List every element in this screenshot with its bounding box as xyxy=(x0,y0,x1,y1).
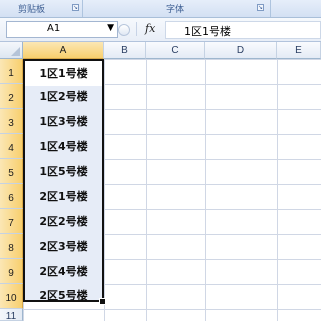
cell-a1[interactable]: 1区1号楼 xyxy=(25,61,102,86)
row-header[interactable]: 1 xyxy=(0,59,23,84)
formula-input[interactable]: 1区1号楼 xyxy=(165,21,321,39)
clipboard-launcher-icon[interactable]: ↘ xyxy=(72,4,79,11)
formula-value: 1区1号楼 xyxy=(184,25,231,38)
cell-a5[interactable]: 1区5号楼 xyxy=(23,159,104,184)
row-header[interactable]: 10 xyxy=(0,284,23,309)
name-box-resize-handle[interactable] xyxy=(118,24,130,36)
font-group: 字体 ↘ xyxy=(83,0,271,17)
cell-a4[interactable]: 1区4号楼 xyxy=(23,134,104,159)
formula-bar: A1 ▼ fx 1区1号楼 xyxy=(0,18,321,42)
fill-handle[interactable] xyxy=(99,298,106,305)
font-group-label: 字体 xyxy=(166,5,185,15)
name-box[interactable]: A1 ▼ xyxy=(6,21,118,38)
row-header[interactable]: 3 xyxy=(0,109,23,134)
select-all-button[interactable] xyxy=(0,42,23,59)
cell-a3[interactable]: 1区3号楼 xyxy=(23,109,104,134)
formula-separator xyxy=(136,22,137,36)
cell-a10[interactable]: 2区5号楼 xyxy=(23,283,104,308)
cell-a2[interactable]: 1区2号楼 xyxy=(23,84,104,109)
ribbon-group-strip: 剪贴板 ↘ 字体 ↘ xyxy=(0,0,321,18)
clipboard-group-label: 剪贴板 xyxy=(18,5,46,15)
cell-a6[interactable]: 2区1号楼 xyxy=(23,184,104,209)
chevron-down-icon[interactable]: ▼ xyxy=(107,23,114,33)
insert-function-icon[interactable]: fx xyxy=(145,22,155,35)
row-header[interactable]: 8 xyxy=(0,234,23,259)
cell-a7[interactable]: 2区2号楼 xyxy=(23,209,104,234)
cell-a8[interactable]: 2区3号楼 xyxy=(23,234,104,259)
column-header-c[interactable]: C xyxy=(146,42,205,59)
name-box-value: A1 xyxy=(47,23,61,34)
row-header[interactable]: 5 xyxy=(0,159,23,184)
column-header-e[interactable]: E xyxy=(277,42,321,59)
row-header[interactable]: 4 xyxy=(0,134,23,159)
column-header-a[interactable]: A xyxy=(23,42,104,59)
column-header-d[interactable]: D xyxy=(205,42,277,59)
row-header[interactable]: 9 xyxy=(0,259,23,284)
column-header-b[interactable]: B xyxy=(104,42,146,59)
row-header[interactable]: 2 xyxy=(0,84,23,109)
row-header[interactable]: 7 xyxy=(0,209,23,234)
row-header[interactable]: 11 xyxy=(0,309,23,321)
clipboard-group: 剪贴板 ↘ xyxy=(0,0,83,17)
row-header[interactable]: 6 xyxy=(0,184,23,209)
cell-a9[interactable]: 2区4号楼 xyxy=(23,259,104,284)
font-launcher-icon[interactable]: ↘ xyxy=(257,4,264,11)
